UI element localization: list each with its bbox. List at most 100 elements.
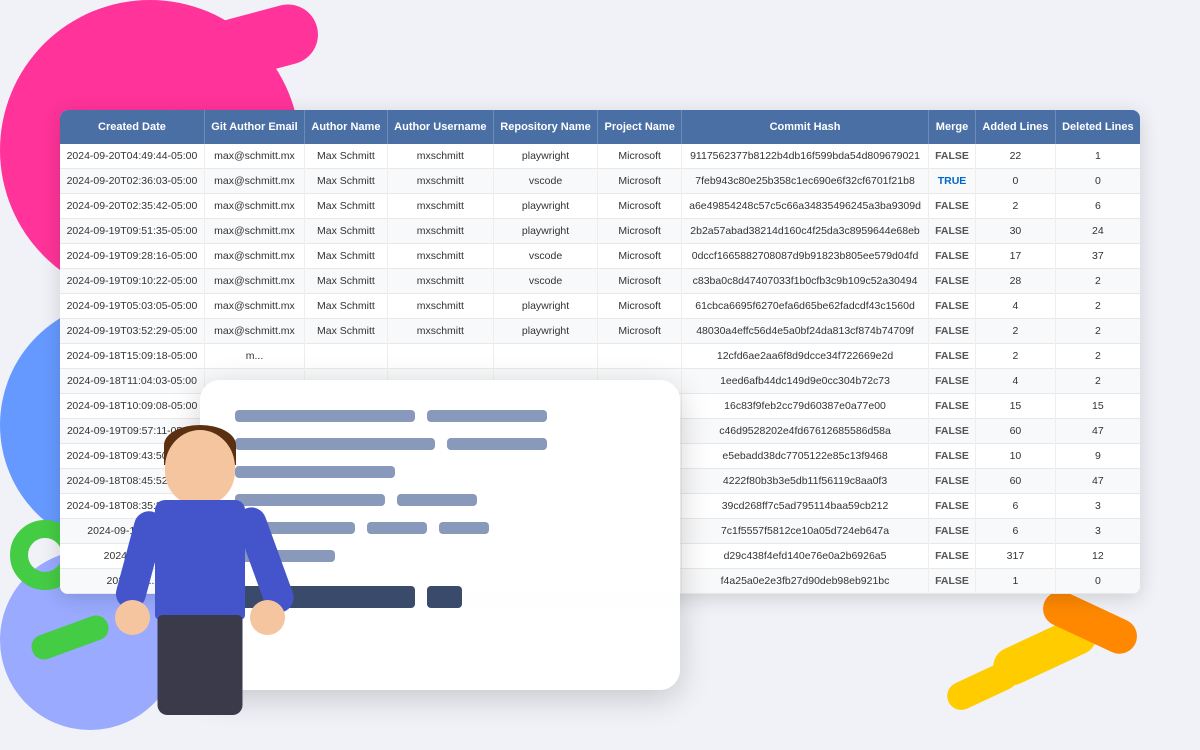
card-bar [367, 522, 427, 534]
table-cell: FALSE [928, 294, 975, 319]
table-cell: 0 [1055, 569, 1140, 594]
table-cell: 48030a4effc56d4e5a0bf24da813cf874b74709f [682, 319, 929, 344]
table-cell: Max Schmitt [305, 194, 388, 219]
table-cell [305, 344, 388, 369]
bg-yellow-bar2 [943, 657, 1023, 714]
table-cell: mxschmitt [387, 169, 493, 194]
table-cell: Max Schmitt [305, 269, 388, 294]
table-cell: Max Schmitt [305, 219, 388, 244]
table-cell: 22 [976, 144, 1056, 169]
table-cell: 2 [976, 319, 1056, 344]
table-cell: 317 [976, 544, 1056, 569]
table-cell: FALSE [928, 419, 975, 444]
table-cell: 0 [1055, 169, 1140, 194]
table-cell: 2024-09-19T09:28:16-05:00 [60, 244, 204, 269]
col-header-git-author-email: Git Author Email [204, 110, 304, 144]
table-cell: Microsoft [598, 269, 682, 294]
table-cell: 7c1f5557f5812ce10a05d724eb647a [682, 519, 929, 544]
table-cell: Microsoft [598, 319, 682, 344]
table-cell: c46d9528202e4fd67612685586d58a [682, 419, 929, 444]
table-cell: 4222f80b3b3e5db11f56119c8aa0f3 [682, 469, 929, 494]
table-cell: 3 [1055, 494, 1140, 519]
col-header-repository-name: Repository Name [493, 110, 597, 144]
table-row: 2024-09-20T04:49:44-05:00max@schmitt.mxM… [60, 144, 1140, 169]
card-bar [397, 494, 477, 506]
table-cell: mxschmitt [387, 144, 493, 169]
table-cell: 16c83f9feb2cc79d60387e0a77e00 [682, 394, 929, 419]
table-cell: a6e49854248c57c5c66a34835496245a3ba9309d [682, 194, 929, 219]
table-cell: 2024-09-20T02:36:03-05:00 [60, 169, 204, 194]
table-cell: 2 [1055, 344, 1140, 369]
table-cell [493, 344, 597, 369]
table-cell: vscode [493, 169, 597, 194]
table-row: 2024-09-19T03:52:29-05:00max@schmitt.mxM… [60, 319, 1140, 344]
card-bar-dark-small [427, 586, 462, 608]
table-cell: FALSE [928, 319, 975, 344]
table-cell: 2 [976, 194, 1056, 219]
table-row: 2024-09-19T09:28:16-05:00max@schmitt.mxM… [60, 244, 1140, 269]
table-cell: Microsoft [598, 169, 682, 194]
table-cell: 2 [976, 344, 1056, 369]
table-cell: 47 [1055, 419, 1140, 444]
table-cell: Max Schmitt [305, 144, 388, 169]
person-head [165, 430, 235, 505]
table-cell: 1 [1055, 144, 1140, 169]
table-cell: mxschmitt [387, 244, 493, 269]
table-header-row: Created Date Git Author Email Author Nam… [60, 110, 1140, 144]
table-cell: 2024-09-19T09:51:35-05:00 [60, 219, 204, 244]
col-header-added-lines: Added Lines [976, 110, 1056, 144]
col-header-merge: Merge [928, 110, 975, 144]
person-body [120, 430, 280, 720]
table-cell: Max Schmitt [305, 319, 388, 344]
table-cell: max@schmitt.mx [204, 219, 304, 244]
table-cell: 2 [1055, 319, 1140, 344]
table-cell: FALSE [928, 444, 975, 469]
table-cell: 4 [976, 369, 1056, 394]
person-hand-left [115, 600, 150, 635]
table-cell: 2024-09-20T04:49:44-05:00 [60, 144, 204, 169]
table-cell: 2 [1055, 269, 1140, 294]
table-cell: FALSE [928, 219, 975, 244]
table-cell: 2b2a57abad38214d160c4f25da3c8959644e68eb [682, 219, 929, 244]
table-cell: 2 [1055, 369, 1140, 394]
table-cell: mxschmitt [387, 269, 493, 294]
person-pants [158, 615, 243, 715]
card-bar [439, 522, 489, 534]
table-cell: max@schmitt.mx [204, 319, 304, 344]
table-cell: 12cfd6ae2aa6f8d9dcce34f722669e2d [682, 344, 929, 369]
table-cell: FALSE [928, 269, 975, 294]
table-cell: 6 [976, 494, 1056, 519]
table-cell: mxschmitt [387, 319, 493, 344]
table-cell: 60 [976, 419, 1056, 444]
table-row: 2024-09-19T09:10:22-05:00max@schmitt.mxM… [60, 269, 1140, 294]
table-cell: Microsoft [598, 219, 682, 244]
col-header-deleted-lines: Deleted Lines [1055, 110, 1140, 144]
table-cell: max@schmitt.mx [204, 169, 304, 194]
table-cell: Microsoft [598, 244, 682, 269]
table-cell: d29c438f4efd140e76e0a2b6926a5 [682, 544, 929, 569]
table-cell: FALSE [928, 469, 975, 494]
table-cell: 2024-09-19T03:52:29-05:00 [60, 319, 204, 344]
table-cell: 3 [1055, 519, 1140, 544]
table-cell: Microsoft [598, 144, 682, 169]
table-cell: FALSE [928, 344, 975, 369]
col-header-author-username: Author Username [387, 110, 493, 144]
table-cell: FALSE [928, 244, 975, 269]
table-cell: Microsoft [598, 294, 682, 319]
table-cell: mxschmitt [387, 294, 493, 319]
table-cell: 15 [1055, 394, 1140, 419]
table-cell: 9117562377b8122b4db16f599bda54d809679021 [682, 144, 929, 169]
col-header-project-name: Project Name [598, 110, 682, 144]
table-row: 2024-09-19T05:03:05-05:00max@schmitt.mxM… [60, 294, 1140, 319]
table-cell: TRUE [928, 169, 975, 194]
table-cell: playwright [493, 194, 597, 219]
table-cell: mxschmitt [387, 219, 493, 244]
table-cell: 17 [976, 244, 1056, 269]
person-hand-right [250, 600, 285, 635]
table-cell: f4a25a0e2e3fb27d90deb98eb921bc [682, 569, 929, 594]
table-cell: FALSE [928, 569, 975, 594]
table-cell: Microsoft [598, 194, 682, 219]
table-row: 2024-09-18T15:09:18-05:00m...12cfd6ae2aa… [60, 344, 1140, 369]
col-header-author-name: Author Name [305, 110, 388, 144]
table-cell [387, 344, 493, 369]
